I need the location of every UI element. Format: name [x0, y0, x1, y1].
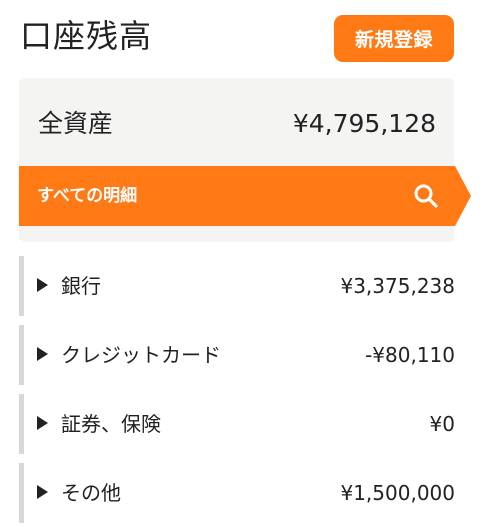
search-icon [414, 184, 438, 208]
account-row-bank[interactable]: 銀行 ¥3,375,238 [19, 256, 455, 316]
account-value: ¥3,375,238 [340, 274, 455, 298]
account-row-other[interactable]: その他 ¥1,500,000 [19, 463, 455, 523]
account-value: ¥1,500,000 [340, 481, 455, 505]
account-row-credit-card[interactable]: クレジットカード -¥80,110 [19, 325, 455, 385]
account-value: ¥0 [429, 412, 455, 436]
new-registration-button[interactable]: 新規登録 [334, 15, 454, 62]
account-label: 証券、保険 [61, 412, 161, 436]
total-assets-value: ¥4,795,128 [292, 109, 436, 138]
account-label: 銀行 [61, 274, 101, 298]
account-list: 銀行 ¥3,375,238 クレジットカード -¥80,110 証券、保険 ¥0… [19, 256, 455, 527]
caret-right-icon [37, 278, 48, 292]
caret-right-icon [37, 416, 48, 430]
all-details-button[interactable]: すべての明細 [19, 166, 471, 226]
account-label: その他 [61, 481, 121, 505]
page-title: 口座残高 [20, 17, 153, 55]
account-value: -¥80,110 [365, 343, 455, 367]
all-details-label: すべての明細 [37, 186, 138, 206]
account-row-securities-insurance[interactable]: 証券、保険 ¥0 [19, 394, 455, 454]
total-assets-label: 全資産 [38, 109, 114, 138]
account-label: クレジットカード [61, 343, 221, 367]
header: 口座残高 新規登録 [0, 0, 485, 78]
caret-right-icon [37, 347, 48, 361]
account-balance-page: 口座残高 新規登録 全資産 ¥4,795,128 すべての明細 銀行 ¥3,37… [0, 0, 485, 527]
caret-right-icon [37, 485, 48, 499]
